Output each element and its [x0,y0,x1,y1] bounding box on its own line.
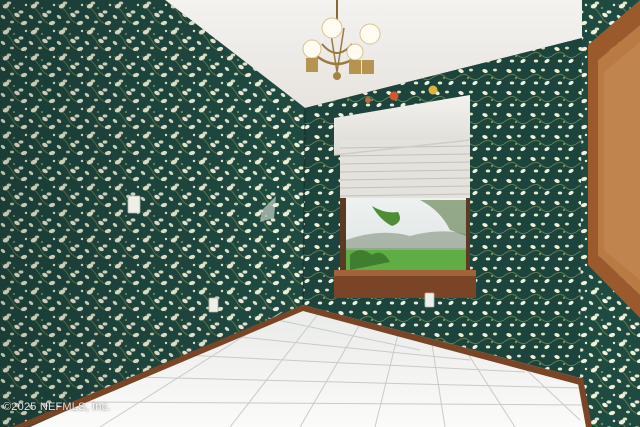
room-photo: ©2025 NEFMLS, Inc. [0,0,640,427]
wall-decor [428,85,438,95]
light-switch [127,195,141,214]
wall-decor [389,91,399,101]
bulb [321,17,343,39]
room-illustration [0,0,640,427]
bulb [359,23,381,45]
left-outlet [208,297,219,313]
wall-decor [365,97,371,103]
back-outlet [424,292,435,308]
bulb [302,39,322,59]
bulb [346,43,364,61]
watermark: ©2025 NEFMLS, Inc. [3,401,111,413]
door-frame [588,0,640,318]
window [334,190,476,298]
